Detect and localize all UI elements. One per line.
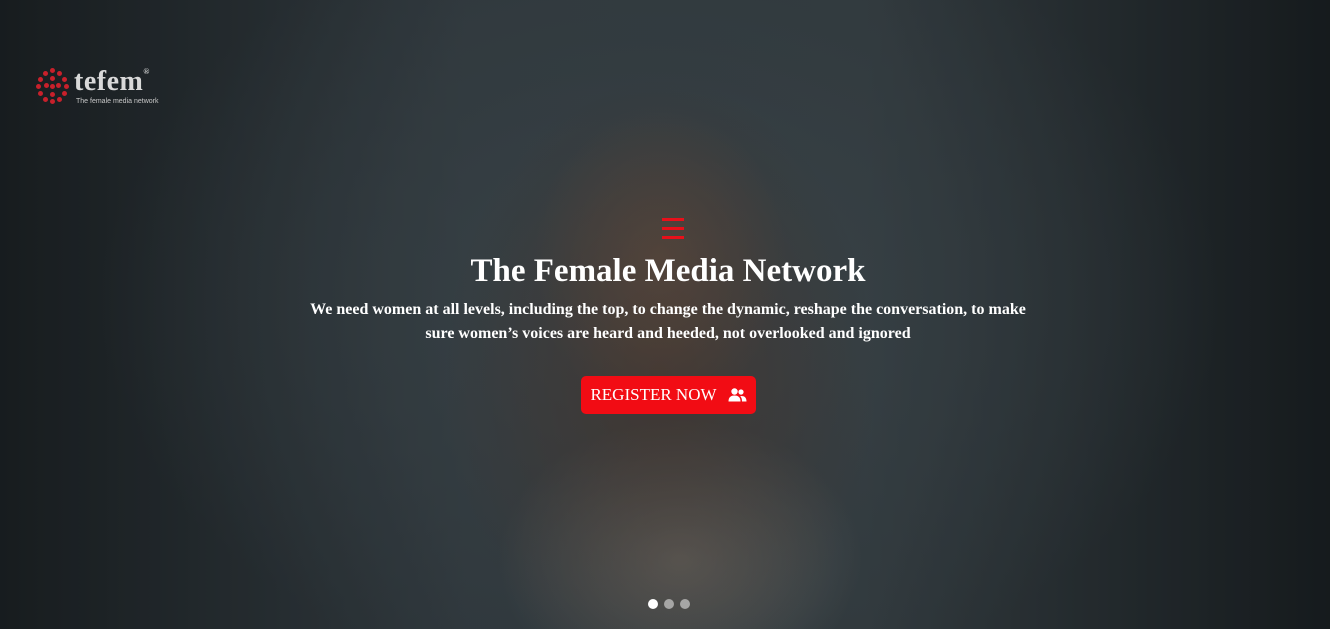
logo-dots-icon [36,68,70,104]
register-now-label: REGISTER NOW [590,385,717,404]
hamburger-menu-icon[interactable] [662,218,684,240]
logo-wordmark: tefem® [74,66,150,97]
hero-banner: tefem® The female media network The Fema… [0,0,1330,629]
hero-subtitle: We need women at all levels, including t… [310,301,1026,342]
users-icon [728,388,747,402]
site-logo[interactable]: tefem® The female media network [36,68,158,105]
logo-tagline: The female media network [76,98,159,105]
carousel-dot-1[interactable] [648,599,658,609]
hero-content: The Female Media Network We need women a… [300,250,1036,346]
carousel-dot-2[interactable] [664,599,674,609]
carousel-indicators [648,599,690,609]
register-now-button[interactable]: REGISTER NOW [581,376,756,414]
hero-title: The Female Media Network [470,253,866,289]
carousel-dot-3[interactable] [680,599,690,609]
